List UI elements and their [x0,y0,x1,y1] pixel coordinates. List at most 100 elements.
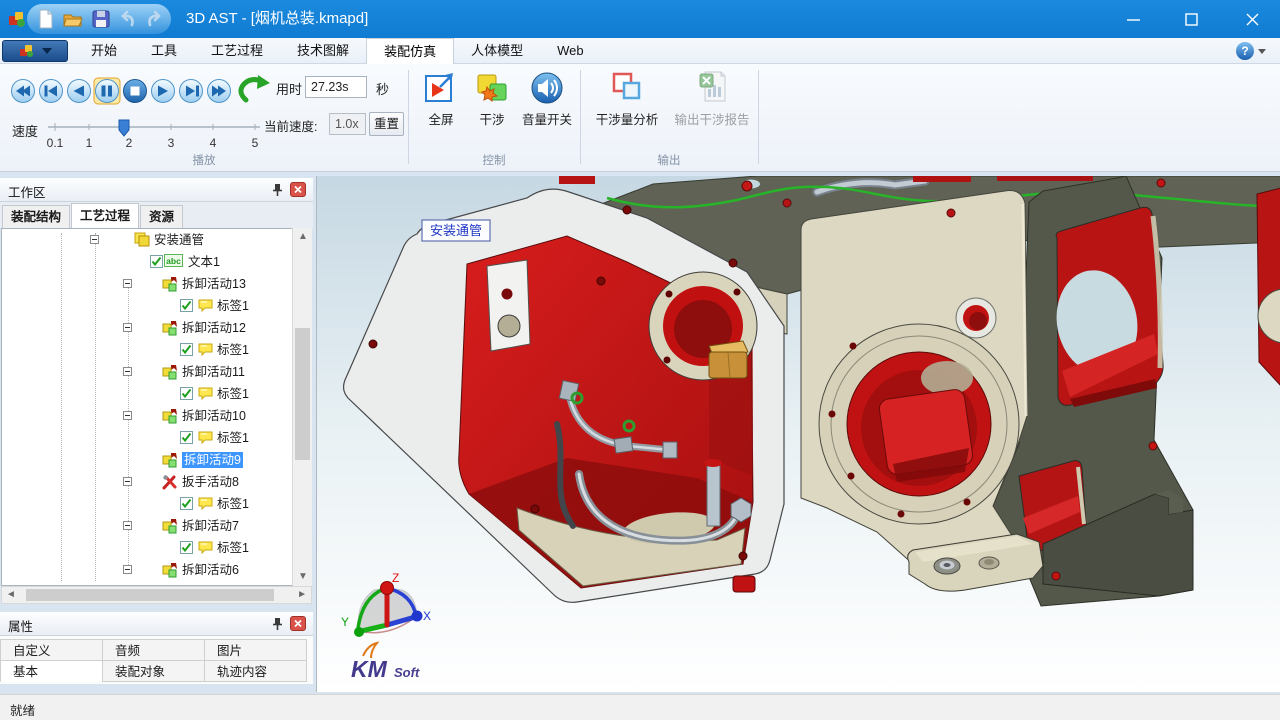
application-menu-button[interactable] [2,40,68,62]
tab-basic[interactable]: 基本 [0,660,103,682]
tree-item-label[interactable]: 拆卸活动13 [182,276,246,292]
tree-item-label[interactable]: 拆卸活动9 [182,452,243,468]
tab-assembly-structure[interactable]: 装配结构 [2,205,70,228]
tree-item-label[interactable]: 文本1 [188,254,220,270]
close-panel-icon[interactable] [290,616,306,634]
tree-item[interactable]: 标签1 [2,537,311,559]
tree-checkbox[interactable] [180,431,193,447]
scroll-down-icon[interactable]: ▼ [298,572,308,582]
tree-item-label[interactable]: 标签1 [217,342,249,358]
tree-checkbox[interactable] [180,497,193,513]
tree-item-label[interactable]: 标签1 [217,540,249,556]
tab-start[interactable]: 开始 [74,38,134,64]
tab-track-content[interactable]: 轨迹内容 [204,660,307,682]
tree-expander[interactable] [123,323,132,332]
tree-item-label[interactable]: 标签1 [217,386,249,402]
tree-item-label[interactable]: 拆卸活动11 [182,364,245,380]
tree-expander[interactable] [123,521,132,530]
viewport-3d[interactable]: 安装通管 Z X Y KM Soft [316,176,1280,692]
scroll-up-icon[interactable]: ▲ [298,232,308,242]
tree-item-label[interactable]: 拆卸活动6 [182,562,239,578]
tab-process-tree[interactable]: 工艺过程 [71,203,139,228]
close-panel-icon[interactable] [290,182,306,200]
tree-item[interactable]: 标签1 [2,493,311,515]
tab-process[interactable]: 工艺过程 [194,38,280,64]
tree-expander[interactable] [90,235,99,244]
tree-item[interactable]: 标签1 [2,383,311,405]
tree-item-label[interactable]: 拆卸活动10 [182,408,246,424]
tree-checkbox[interactable] [180,387,193,403]
tree-expander[interactable] [123,411,132,420]
tree-horizontal-scrollbar[interactable]: ◄ ► [1,586,312,604]
model-right-edge-part [1257,188,1280,386]
tree-item-label[interactable]: 标签1 [217,430,249,446]
tree-item[interactable]: 拆卸活动13 [2,273,311,295]
volume-toggle-button[interactable]: 音量开关 [514,70,580,134]
viewport-annotation[interactable]: 安装通管 [422,220,490,241]
elapsed-time-field[interactable]: 27.23s [305,76,367,98]
tree-item-label[interactable]: 标签1 [217,496,249,512]
tree-item-label[interactable]: 拆卸活动12 [182,320,246,336]
scrollbar-thumb[interactable] [295,328,310,460]
tree-expander[interactable] [123,565,132,574]
properties-panel-header: 属性 [0,612,313,636]
tree-item[interactable]: 标签1 [2,295,311,317]
tree-item[interactable]: 拆卸活动11 [2,361,311,383]
help-button[interactable]: ? [1236,42,1266,60]
tree-item[interactable]: 拆卸活动10 [2,405,311,427]
pin-icon[interactable] [272,617,283,634]
tree-checkbox[interactable] [180,299,193,315]
tree-item-label[interactable]: 扳手活动8 [182,474,239,490]
reset-button[interactable]: 重置 [369,112,404,136]
tree-expander[interactable] [123,279,132,288]
tree-item[interactable]: 安装通管 [2,229,311,251]
tree-item[interactable]: 标签1 [2,339,311,361]
tab-tools[interactable]: 工具 [134,38,194,64]
tab-custom[interactable]: 自定义 [0,639,103,661]
maximize-button[interactable] [1168,0,1214,38]
interference-button[interactable]: 干涉 [468,70,516,134]
tree-checkbox[interactable] [180,541,193,557]
tree-item-label[interactable]: 标签1 [217,298,249,314]
tab-technical-illustration[interactable]: 技术图解 [280,38,366,64]
tab-audio[interactable]: 音频 [102,639,205,661]
tree-item[interactable]: 标签1 [2,427,311,449]
tab-web[interactable]: Web [540,38,601,64]
tab-picture[interactable]: 图片 [204,639,307,661]
new-document-icon[interactable] [36,9,56,29]
tree-item[interactable]: 拆卸活动9 [2,449,311,471]
output-report-button[interactable]: 输出干涉报告 [666,70,758,134]
interference-analysis-button[interactable]: 干涉量分析 [588,70,666,134]
tree-item-label[interactable]: 安装通管 [154,232,204,248]
close-button[interactable] [1226,0,1278,38]
ribbon-tab-row: 开始 工具 工艺过程 技术图解 装配仿真 人体模型 Web ? [0,38,1280,64]
tree-expander[interactable] [123,477,132,486]
tree-checkbox[interactable] [150,255,163,271]
tree-item[interactable]: 拆卸活动6 [2,559,311,581]
redo-icon[interactable] [144,9,164,29]
tab-resources[interactable]: 资源 [140,205,183,228]
tree-item[interactable]: 拆卸活动12 [2,317,311,339]
scroll-left-icon[interactable]: ◄ [6,590,16,600]
tree-item[interactable]: 拆卸活动7 [2,515,311,537]
fullscreen-button[interactable]: 全屏 [416,70,466,134]
tree-item-label[interactable]: 拆卸活动7 [182,518,239,534]
minimize-button[interactable] [1110,0,1156,38]
tree-checkbox[interactable] [180,343,193,359]
tree-item[interactable]: 扳手活动8 [2,471,311,493]
playback-controls[interactable] [6,73,278,109]
tab-human-model[interactable]: 人体模型 [454,38,540,64]
tab-assembly-object[interactable]: 装配对象 [102,660,205,682]
pin-icon[interactable] [272,183,283,200]
current-speed-field[interactable]: 1.0x [329,113,366,135]
tree-expander[interactable] [123,367,132,376]
scroll-right-icon[interactable]: ► [297,590,307,600]
viewport-3d-canvas[interactable]: 安装通管 Z X Y KM Soft [317,176,1280,692]
undo-icon[interactable] [118,9,138,29]
save-icon[interactable] [91,9,111,29]
tab-assembly-simulation[interactable]: 装配仿真 [366,38,454,64]
open-folder-icon[interactable] [63,9,83,29]
tree-item[interactable]: abc文本1 [2,251,311,273]
tree-vertical-scrollbar[interactable]: ▲ ▼ [292,228,312,586]
scrollbar-thumb[interactable] [26,589,274,601]
